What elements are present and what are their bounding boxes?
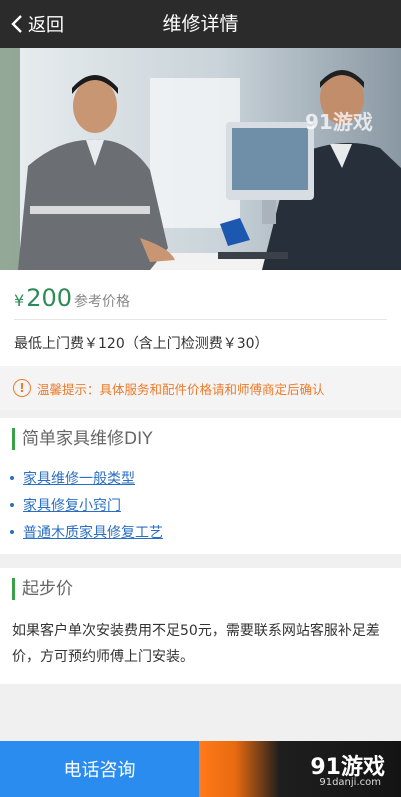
list-item: 普通木质家具修复工艺	[10, 518, 163, 545]
top-nav-bar: 返回 维修详情	[0, 0, 401, 48]
visit-fee-text: 最低上门费￥120（含上门检测费￥30）	[14, 336, 269, 352]
link-repair-tips[interactable]: 家具修复小窍门	[23, 495, 121, 515]
price-row: ¥ 200 参考价格	[14, 284, 130, 312]
list-item: 家具维修一般类型	[10, 464, 163, 491]
price-reference-label: 参考价格	[74, 294, 130, 310]
price-panel: ¥ 200 参考价格 最低上门费￥120（含上门检测费￥30）	[0, 270, 401, 366]
diy-section: 简单家具维修DIY 家具维修一般类型 家具修复小窍门 普通木质家具修复工艺	[0, 418, 401, 554]
chevron-left-icon	[11, 15, 22, 33]
diy-link-list: 家具维修一般类型 家具修复小窍门 普通木质家具修复工艺	[10, 464, 163, 545]
phone-consult-button[interactable]: 电话咨询	[0, 741, 199, 797]
link-wood-furniture-process[interactable]: 普通木质家具修复工艺	[23, 522, 163, 542]
back-button[interactable]: 返回	[10, 0, 64, 48]
starting-price-description: 如果客户单次安装费用不足50元，需要联系网站客服补足差价，方可预约师傅上门安装。	[12, 623, 380, 665]
hero-image: 91游戏	[0, 48, 401, 270]
bottom-bar: 电话咨询 91游戏 91danji.com	[0, 741, 401, 797]
diy-section-title: 简单家具维修DIY	[12, 428, 153, 450]
bullet-icon	[10, 529, 14, 534]
info-icon: !	[13, 379, 31, 397]
starting-price-title: 起步价	[12, 578, 73, 600]
watermark-logo: 91游戏	[305, 110, 373, 134]
brand-url: 91danji.com	[319, 777, 381, 788]
starting-price-section: 起步价 如果客户单次安装费用不足50元，需要联系网站客服补足差价，方可预约师傅上…	[0, 568, 401, 684]
tip-banner: ! 温馨提示：具体服务和配件价格请和师傅商定后确认	[0, 366, 401, 410]
price-value: 200	[26, 284, 72, 312]
link-repair-types[interactable]: 家具维修一般类型	[23, 468, 135, 488]
divider	[14, 319, 387, 320]
bullet-icon	[10, 475, 14, 480]
tip-text: 温馨提示：具体服务和配件价格请和师傅商定后确认	[37, 381, 325, 397]
currency-symbol: ¥	[14, 291, 25, 310]
back-label: 返回	[28, 15, 64, 36]
brand-banner: 91游戏 91danji.com	[199, 741, 401, 797]
list-item: 家具修复小窍门	[10, 491, 163, 518]
bullet-icon	[10, 502, 14, 507]
service-photo	[0, 48, 401, 270]
